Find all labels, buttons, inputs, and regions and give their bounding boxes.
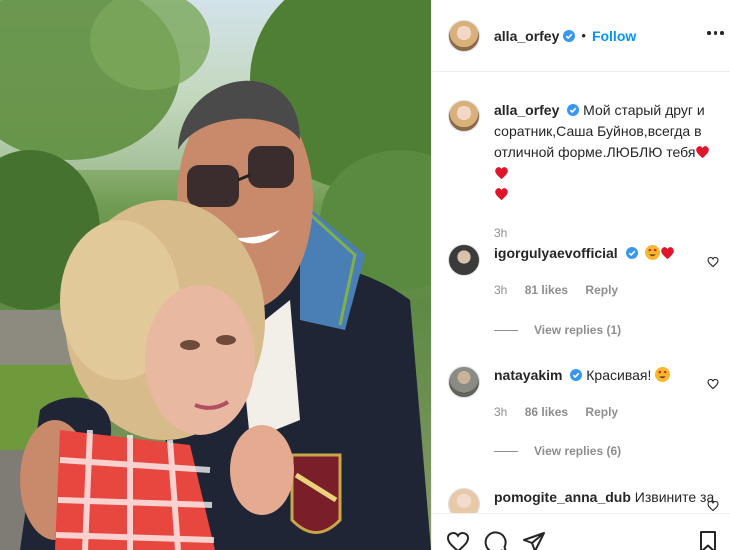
view-replies-label: View replies (6) <box>534 444 622 458</box>
share-icon[interactable] <box>522 530 546 550</box>
view-replies-button[interactable]: View replies (6) <box>494 444 621 458</box>
view-replies-button[interactable]: View replies (1) <box>494 323 621 337</box>
heart-icon[interactable] <box>707 378 719 390</box>
comment-timestamp[interactable]: 3h <box>494 283 507 297</box>
replies-divider <box>494 329 518 331</box>
heart-eyes-emoji-icon <box>655 367 671 382</box>
reply-button[interactable]: Reply <box>585 283 618 297</box>
more-options-icon[interactable] <box>707 26 730 40</box>
post-action-bar <box>432 513 730 550</box>
red-heart-emoji-icon <box>495 167 508 180</box>
comment-likes[interactable]: 81 likes <box>525 283 568 297</box>
reply-button[interactable]: Reply <box>585 405 618 419</box>
red-heart-emoji-icon <box>696 146 710 159</box>
caption-author-avatar[interactable] <box>448 100 480 132</box>
post-caption: alla_orfey Мой старый друг и соратник,Са… <box>448 100 718 244</box>
heart-eyes-emoji-icon <box>645 245 661 260</box>
view-replies-label: View replies (1) <box>534 323 622 337</box>
commenter-username[interactable]: pomogite_anna_dub <box>494 489 631 505</box>
author-avatar[interactable] <box>448 19 480 52</box>
verified-badge-icon <box>567 104 580 116</box>
heart-icon[interactable] <box>707 500 719 512</box>
caption-author-username[interactable]: alla_orfey <box>494 102 559 118</box>
verified-badge-icon <box>570 369 583 381</box>
comment-text: Извините за <box>634 489 715 505</box>
replies-divider <box>494 450 518 452</box>
caption-timestamp[interactable]: 3h <box>494 223 716 244</box>
follow-button[interactable]: Follow <box>592 28 636 44</box>
commenter-avatar[interactable] <box>448 366 480 398</box>
comment-meta: 3h 81 likes Reply <box>494 281 675 299</box>
comment-likes[interactable]: 86 likes <box>525 405 568 419</box>
post-header: alla_orfey • Follow <box>432 0 730 72</box>
header-separator: • <box>581 28 586 43</box>
verified-badge-icon <box>625 247 638 259</box>
heart-icon[interactable] <box>707 256 719 268</box>
like-heart-icon[interactable] <box>446 530 470 550</box>
comment-item: natayakim Красивая! 3h 86 likes Reply <box>448 366 730 421</box>
post-side-panel: alla_orfey • Follow alla_orfey Мой стары… <box>431 0 730 550</box>
verified-badge-icon <box>563 29 576 42</box>
post-photo[interactable] <box>0 0 431 550</box>
red-heart-emoji-icon <box>495 188 508 201</box>
comment-timestamp[interactable]: 3h <box>494 405 507 419</box>
bookmark-icon[interactable] <box>696 530 720 550</box>
post-photo-image <box>0 0 431 550</box>
comment-icon[interactable] <box>484 530 508 550</box>
red-heart-emoji-icon <box>661 247 675 260</box>
comment-text: Красивая! <box>586 367 652 383</box>
comment-meta: 3h 86 likes Reply <box>494 403 670 421</box>
author-username[interactable]: alla_orfey <box>494 28 559 44</box>
commenter-avatar[interactable] <box>448 244 480 276</box>
comment-item: igorgulyaevofficial 3h 81 likes Reply <box>448 244 730 299</box>
commenter-username[interactable]: igorgulyaevofficial <box>494 245 618 261</box>
commenter-username[interactable]: natayakim <box>494 367 562 383</box>
